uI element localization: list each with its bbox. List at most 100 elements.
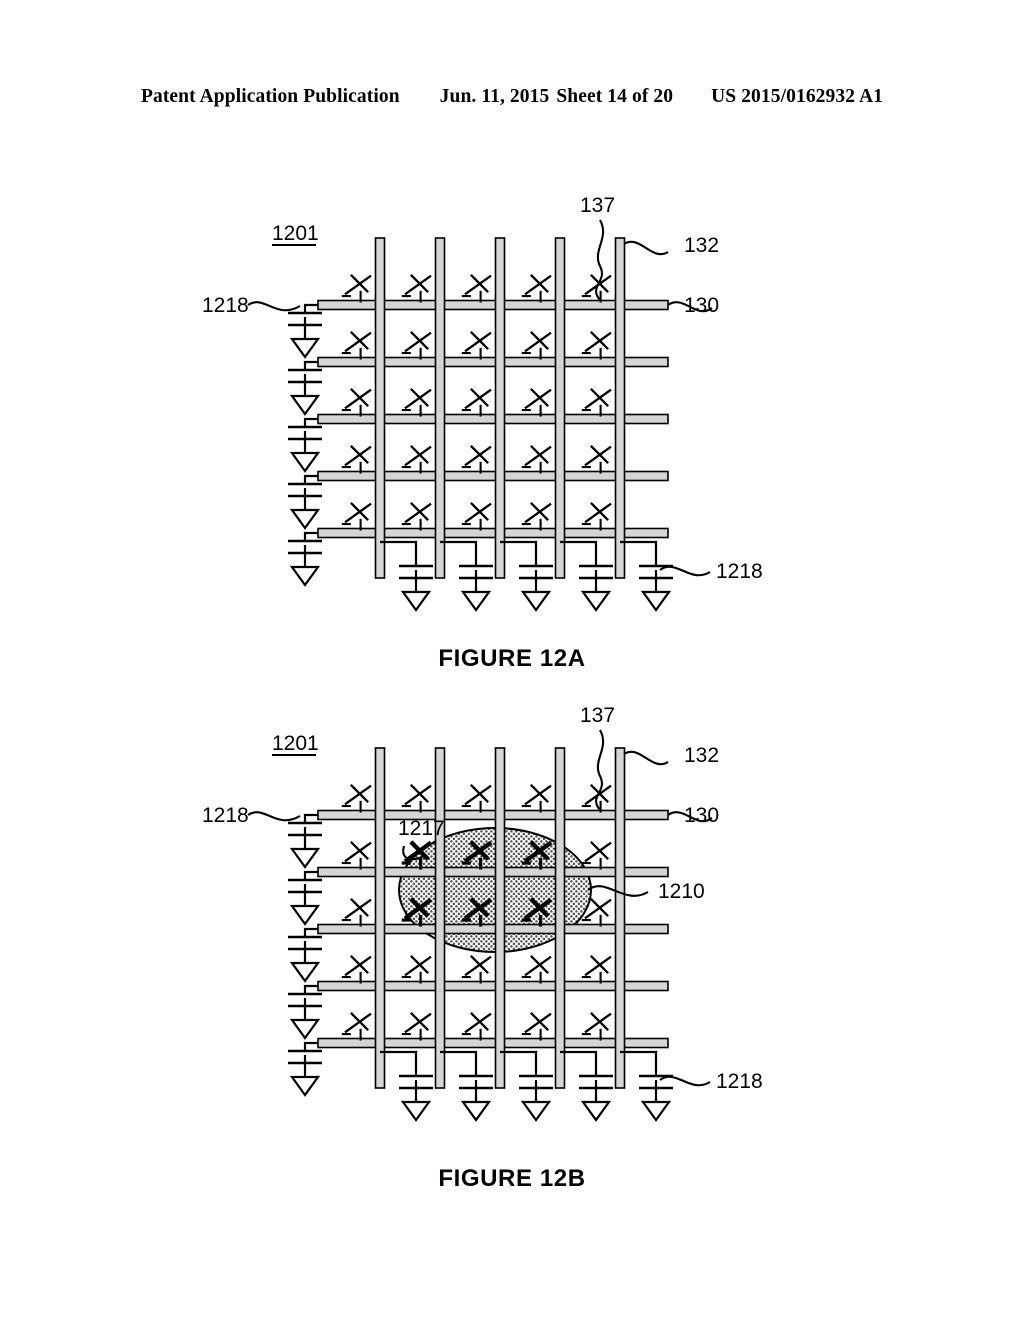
- memory-cell: [521, 784, 552, 813]
- wordline-terminator: [288, 821, 322, 869]
- bitline-terminator: [639, 1074, 673, 1122]
- memory-cell: [461, 388, 492, 417]
- leader-137: [595, 729, 605, 811]
- ground-arrow-icon: [460, 1100, 492, 1122]
- figure-12b-drawing: 12011371321301218121812171210: [202, 704, 763, 1122]
- wordline-terminator: [288, 878, 322, 926]
- bitline-bar: [434, 237, 446, 579]
- bitline-bar: [554, 237, 566, 579]
- label-array-1201: 1201: [272, 732, 319, 755]
- ground-arrow-icon: [289, 1018, 321, 1040]
- ground-arrow-icon: [640, 590, 672, 612]
- memory-cell: [521, 1012, 552, 1041]
- bitline-bottom-stub: [380, 1050, 418, 1076]
- ground-arrow-icon: [289, 1075, 321, 1097]
- page-header: Patent Application Publication Jun. 11, …: [0, 86, 1024, 108]
- ground-arrow-icon: [289, 451, 321, 473]
- leader-1218-right: [659, 1075, 711, 1087]
- bitline-bar: [614, 237, 626, 579]
- memory-cell: [341, 1012, 372, 1041]
- memory-cell: [401, 388, 432, 417]
- figure-12a-caption: FIGURE 12A: [438, 645, 586, 672]
- ground-arrow-icon: [580, 1100, 612, 1122]
- ground-arrow-icon: [400, 590, 432, 612]
- memory-cell: [461, 784, 492, 813]
- bitline-bar: [554, 747, 566, 1089]
- memory-cell: [521, 502, 552, 531]
- wordline-terminator: [288, 1049, 322, 1097]
- memory-cell: [521, 388, 552, 417]
- bitline-terminator: [399, 1074, 433, 1122]
- ground-arrow-icon: [289, 337, 321, 359]
- bitline-bar: [374, 237, 386, 579]
- bitline-bottom-stub: [620, 1050, 658, 1076]
- ground-arrow-icon: [580, 590, 612, 612]
- bitline-bar: [494, 747, 506, 1089]
- header-publication-title: Patent Application Publication: [140, 86, 400, 107]
- label-terminator-left-1218: 1218: [202, 804, 249, 827]
- label-bitline-132: 132: [684, 744, 719, 767]
- memory-cell: [521, 955, 552, 984]
- memory-cell: [401, 955, 432, 984]
- memory-cell: [461, 1012, 492, 1041]
- label-bitline-132: 132: [684, 234, 719, 257]
- ground-arrow-icon: [289, 508, 321, 530]
- wordline-terminator: [288, 425, 322, 473]
- memory-cell: [581, 331, 612, 360]
- memory-cell: [401, 331, 432, 360]
- leader-132: [623, 240, 669, 256]
- label-array-1201: 1201: [272, 222, 319, 245]
- figure-12a-drawing: 120113713213012181218: [202, 194, 763, 612]
- memory-cell: [581, 388, 612, 417]
- memory-cell: [341, 841, 372, 870]
- memory-cell: [581, 502, 612, 531]
- label-terminator-left-1218: 1218: [202, 294, 249, 317]
- leader-1218-left: [247, 301, 301, 312]
- label-region-1210: 1210: [658, 880, 705, 903]
- bitline-bottom-stub: [440, 540, 478, 566]
- memory-cell: [581, 841, 612, 870]
- header-date: Jun. 11, 2015: [439, 86, 550, 107]
- wordline-terminator: [288, 482, 322, 530]
- wordline-terminator: [288, 935, 322, 983]
- ground-arrow-icon: [520, 590, 552, 612]
- memory-cell: [461, 331, 492, 360]
- ground-arrow-icon: [460, 590, 492, 612]
- label-cell-137: 137: [580, 194, 615, 217]
- header-sheet-number: Sheet 14 of 20: [556, 86, 674, 107]
- memory-cell: [341, 898, 372, 927]
- label-terminator-right-1218: 1218: [716, 560, 763, 583]
- header-patent-number: US 2015/0162932 A1: [711, 86, 884, 107]
- memory-cell: [341, 445, 372, 474]
- figure-12b: 1201 137 132 130 1218 1218 1217 1210 FIGURE 12B: [0, 700, 1024, 1210]
- memory-cell: [521, 274, 552, 303]
- memory-cell: [341, 502, 372, 531]
- label-cell-137: 137: [580, 704, 615, 727]
- bitline-bottom-stub: [560, 1050, 598, 1076]
- bitline-bar: [374, 747, 386, 1089]
- memory-cell: [401, 784, 432, 813]
- reference-label-group: 120113713213012181218: [202, 194, 763, 583]
- bitline-terminator: [639, 564, 673, 612]
- bitline-terminator: [519, 1074, 553, 1122]
- bitline-terminator: [579, 564, 613, 612]
- memory-cell: [581, 955, 612, 984]
- ground-arrow-icon: [289, 904, 321, 926]
- memory-cell: [401, 445, 432, 474]
- leader-1218-left: [247, 811, 301, 822]
- memory-cell: [461, 274, 492, 303]
- figure-12b-caption: FIGURE 12B: [438, 1165, 586, 1192]
- memory-cell: [461, 502, 492, 531]
- memory-cell: [401, 502, 432, 531]
- memory-cell: [521, 331, 552, 360]
- memory-cell: [341, 388, 372, 417]
- label-terminator-right-1218: 1218: [716, 1070, 763, 1093]
- ground-arrow-icon: [640, 1100, 672, 1122]
- memory-cell: [461, 445, 492, 474]
- bitline-bar: [494, 237, 506, 579]
- wordline-terminator: [288, 992, 322, 1040]
- ground-arrow-icon: [520, 1100, 552, 1122]
- bitline-terminator: [459, 1074, 493, 1122]
- memory-cell: [581, 445, 612, 474]
- ground-arrow-icon: [289, 565, 321, 587]
